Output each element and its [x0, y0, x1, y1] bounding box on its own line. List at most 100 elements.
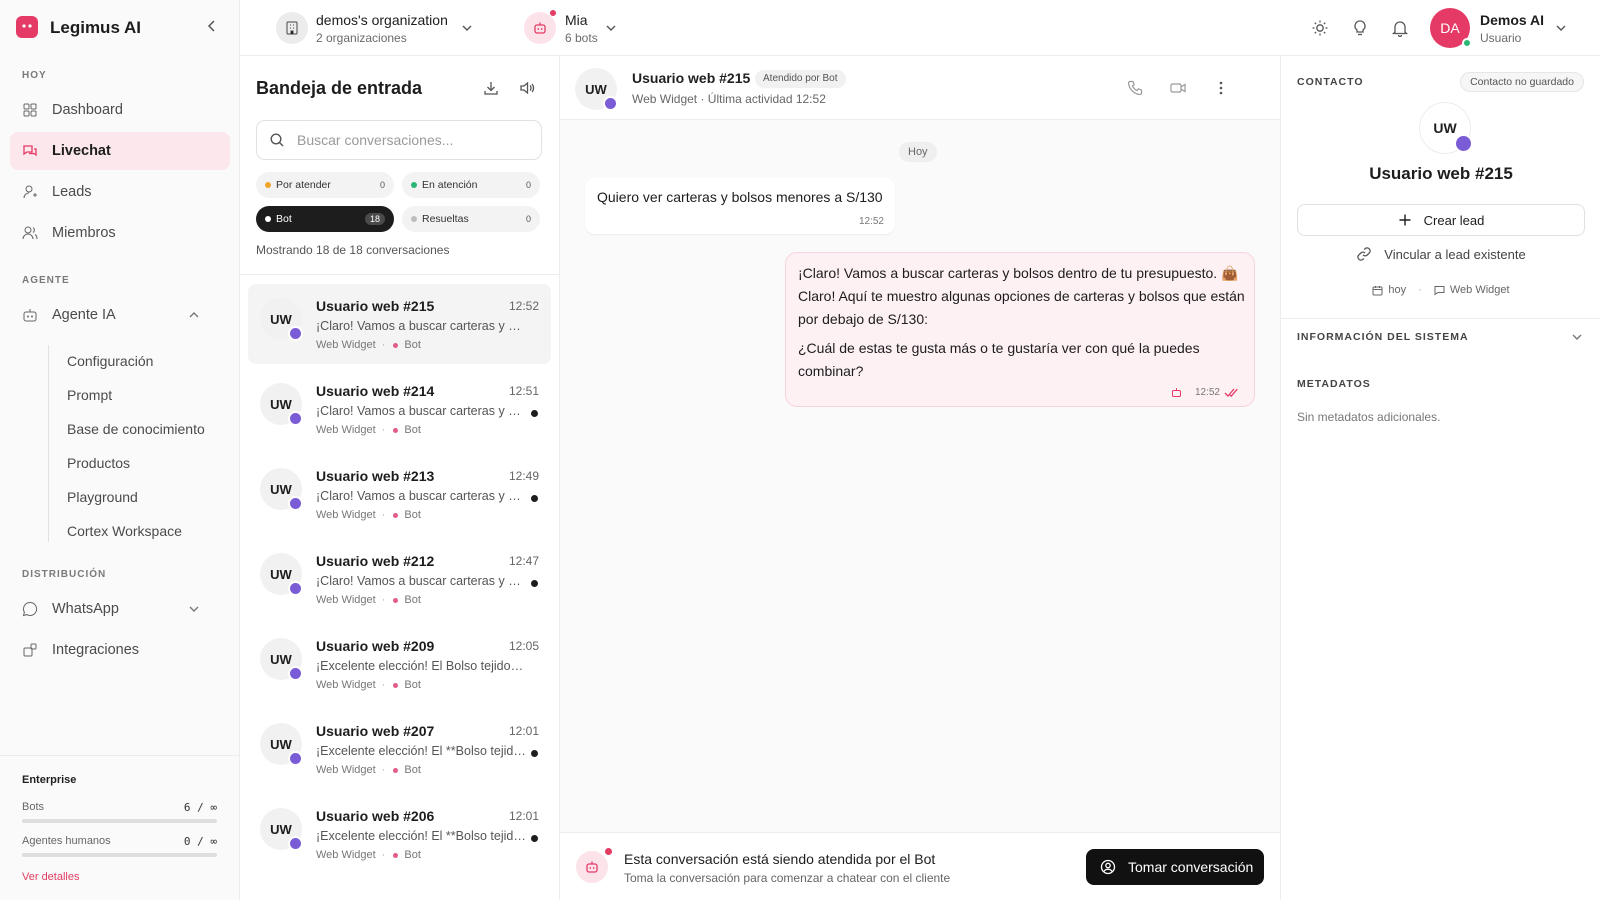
- plan-agents-row: Agentes humanos 0 / ∞: [22, 835, 217, 848]
- bot-chevron-down-icon[interactable]: [605, 22, 617, 34]
- user-icon: [22, 184, 38, 200]
- filter-label: Por atender: [276, 179, 331, 191]
- plan-bots-bar: [22, 819, 217, 823]
- video-icon[interactable]: [1169, 79, 1187, 97]
- sidebar-item-label: Dashboard: [52, 102, 123, 118]
- plan-bots-row: Bots 6 / ∞: [22, 801, 217, 814]
- conversation-channel: Web Widget: [316, 679, 376, 691]
- sidebar-subitem-prompt[interactable]: Prompt: [67, 387, 112, 403]
- conversation-handler: Bot: [404, 849, 421, 861]
- filter-dot: [411, 216, 417, 222]
- sidebar-subitem-playground[interactable]: Playground: [67, 489, 138, 505]
- plan-card: Enterprise Bots 6 / ∞ Agentes humanos 0 …: [0, 755, 240, 900]
- search-input[interactable]: [297, 132, 527, 148]
- bot-avatar-icon: [576, 851, 608, 883]
- message-text: Quiero ver carteras y bolsos menores a S…: [597, 189, 883, 205]
- conversation-handler: Bot: [404, 764, 421, 776]
- chat-footer: Esta conversación está siendo atendida p…: [560, 832, 1280, 900]
- user-role: Usuario: [1480, 31, 1522, 45]
- conversation-time: 12:51: [508, 384, 539, 398]
- puzzle-icon: [22, 642, 38, 658]
- link-icon: [1356, 246, 1372, 262]
- sidebar-item-leads[interactable]: Leads: [10, 173, 230, 211]
- filter-resueltas[interactable]: Resueltas 0: [402, 206, 540, 232]
- conversation-item[interactable]: UW Usuario web #213 12:49 ¡Claro! Vamos …: [248, 454, 551, 534]
- collapse-sidebar-icon[interactable]: [205, 19, 219, 33]
- conversation-meta: Web Widget · Bot: [316, 679, 421, 691]
- lightbulb-icon[interactable]: [1351, 19, 1369, 37]
- conversation-name: Usuario web #206: [316, 808, 435, 824]
- inbox-panel: Bandeja de entrada Por atender 0 En aten…: [240, 56, 560, 900]
- online-status-dot: [1462, 38, 1472, 48]
- conversation-time: 12:49: [508, 469, 539, 483]
- conversation-meta: Web Widget · Bot: [316, 424, 421, 436]
- conversation-preview: ¡Claro! Vamos a buscar carteras y bolsos: [316, 489, 526, 503]
- handler-dot: [393, 597, 399, 603]
- org-name[interactable]: demos's organization: [316, 12, 448, 28]
- phone-icon[interactable]: [1126, 79, 1144, 97]
- conversation-item[interactable]: UW Usuario web #207 12:01 ¡Excelente ele…: [248, 709, 551, 789]
- bot-status-dot: [549, 9, 557, 17]
- user-chevron-down-icon[interactable]: [1555, 22, 1567, 34]
- filter-count: 0: [379, 180, 385, 190]
- user-name[interactable]: Demos AI: [1480, 12, 1544, 28]
- sidebar-item-dashboard[interactable]: Dashboard: [10, 91, 230, 129]
- conversation-name: Usuario web #212: [316, 553, 435, 569]
- contact-channel: Web Widget: [1449, 284, 1510, 296]
- conversation-time: 12:01: [508, 724, 539, 738]
- create-lead-button[interactable]: Crear lead: [1297, 204, 1585, 236]
- topbar: demos's organization 2 organizaciones Mi…: [240, 0, 1600, 56]
- sidebar-item-whatsapp[interactable]: WhatsApp: [10, 590, 230, 628]
- take-conversation-button[interactable]: Tomar conversación: [1086, 849, 1264, 885]
- link-lead-button[interactable]: Vincular a lead existente: [1281, 246, 1600, 262]
- submenu-line: [48, 345, 49, 542]
- unread-dot: [531, 580, 538, 587]
- sidebar-subitem-productos[interactable]: Productos: [67, 455, 130, 471]
- conversation-item[interactable]: UW Usuario web #215 12:52 ¡Claro! Vamos …: [248, 284, 551, 364]
- create-lead-label: Crear lead: [1423, 212, 1485, 228]
- sidebar-item-integraciones[interactable]: Integraciones: [10, 631, 230, 669]
- more-options-icon[interactable]: [1212, 79, 1230, 97]
- building-icon[interactable]: [276, 12, 308, 44]
- sidebar-item-agente-ia[interactable]: Agente IA: [10, 296, 230, 334]
- sidebar-subitem-cortex-workspace[interactable]: Cortex Workspace: [67, 523, 182, 539]
- filter-dot: [265, 182, 271, 188]
- sun-icon[interactable]: [1311, 19, 1329, 37]
- filter-count: 0: [525, 214, 531, 224]
- sound-icon[interactable]: [519, 80, 535, 96]
- conversation-item[interactable]: UW Usuario web #206 12:01 ¡Excelente ele…: [248, 794, 551, 874]
- conversation-channel: Web Widget: [316, 594, 376, 606]
- plan-details-link[interactable]: Ver detalles: [22, 871, 79, 883]
- search-box[interactable]: [256, 120, 542, 160]
- download-icon[interactable]: [483, 80, 499, 96]
- system-info-label[interactable]: INFORMACIÓN DEL SISTEMA: [1297, 331, 1469, 343]
- bot-name[interactable]: Mia: [565, 12, 588, 28]
- filter-label: Bot: [276, 213, 292, 225]
- chat-icon: [22, 143, 38, 159]
- conversation-handler: Bot: [404, 424, 421, 436]
- contact-date: hoy: [1388, 284, 1407, 296]
- filter-por-atender[interactable]: Por atender 0: [256, 172, 394, 198]
- conversation-item[interactable]: UW Usuario web #214 12:51 ¡Claro! Vamos …: [248, 369, 551, 449]
- sidebar-item-miembros[interactable]: Miembros: [10, 214, 230, 252]
- conversation-item[interactable]: UW Usuario web #209 12:05 ¡Excelente ele…: [248, 624, 551, 704]
- conversation-channel: Web Widget: [316, 509, 376, 521]
- day-separator: Hoy: [899, 142, 937, 162]
- footer-subtitle: Toma la conversación para comenzar a cha…: [624, 871, 951, 885]
- chat-subtitle: Web Widget · Última actividad 12:52: [632, 92, 826, 106]
- org-chevron-down-icon[interactable]: [461, 22, 473, 34]
- section-label-hoy: HOY: [22, 70, 47, 81]
- conversation-item[interactable]: UW Usuario web #212 12:47 ¡Claro! Vamos …: [248, 539, 551, 619]
- filter-en-atencion[interactable]: En atención 0: [402, 172, 540, 198]
- bell-icon[interactable]: [1391, 19, 1409, 37]
- conversation-preview: ¡Excelente elección! El Bolso tejido a m…: [316, 659, 526, 673]
- calendar-icon: [1372, 285, 1383, 296]
- filter-bot[interactable]: Bot 18: [256, 206, 394, 232]
- conversation-handler: Bot: [404, 594, 421, 606]
- conversation-name: Usuario web #207: [316, 723, 435, 739]
- sidebar-item-livechat[interactable]: Livechat: [10, 132, 230, 170]
- sidebar-subitem-configuracion[interactable]: Configuración: [67, 353, 153, 369]
- chevron-down-icon[interactable]: [1571, 331, 1583, 343]
- handler-dot: [393, 342, 399, 348]
- sidebar-subitem-base-conocimiento[interactable]: Base de conocimiento: [67, 421, 205, 437]
